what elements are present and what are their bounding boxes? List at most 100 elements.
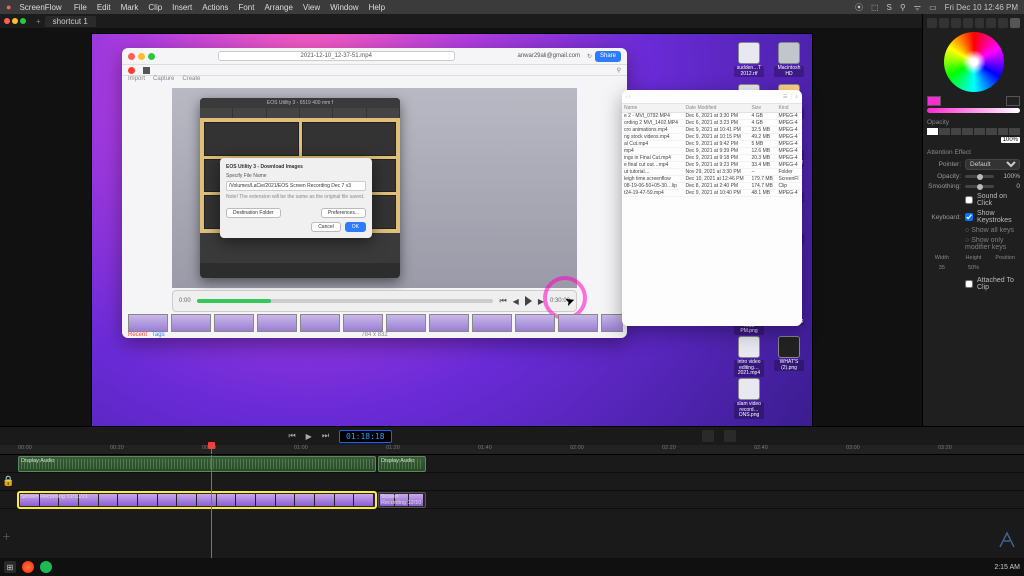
- apple-menu-icon[interactable]: ●: [6, 2, 11, 12]
- timeline-panel: ⏮ ▶ ⏭ 01:18:18 00:0000:2000:4001:0001:20…: [0, 426, 1024, 558]
- skip-back-button[interactable]: ⏮: [288, 431, 295, 441]
- taskbar-clock[interactable]: 2:15 AM: [994, 564, 1020, 571]
- audio-clip[interactable]: Display Audio: [18, 456, 376, 472]
- stop-button[interactable]: [143, 67, 150, 74]
- table-row[interactable]: leigh time.screenflowDec 10, 2021 at 12:…: [622, 176, 802, 183]
- record-button[interactable]: [128, 67, 135, 74]
- dest-folder-button[interactable]: Destination Folder: [226, 208, 281, 218]
- watermark-icon: [996, 529, 1018, 554]
- show-keystrokes-checkbox[interactable]: [965, 213, 973, 221]
- share-button[interactable]: Share: [595, 51, 621, 62]
- account-label[interactable]: anwar29ali@gmail.com: [518, 53, 580, 59]
- attached-to-clip-checkbox[interactable]: [965, 280, 973, 288]
- smoothing-slider[interactable]: [965, 185, 994, 188]
- subtab[interactable]: Import: [128, 76, 145, 82]
- menubar-clock[interactable]: Fri Dec 10 12:46 PM: [945, 3, 1018, 12]
- zoom-icon[interactable]: [148, 53, 155, 60]
- table-row[interactable]: al Cut.mp4Dec 9, 2021 at 9:42 PM5 MBMPEG…: [622, 141, 802, 148]
- color-wheel[interactable]: [944, 32, 1004, 92]
- status-icon[interactable]: ⬚: [871, 3, 879, 12]
- subtab[interactable]: Capture: [153, 76, 174, 82]
- step-back-button[interactable]: ⏮: [499, 296, 506, 306]
- saturation-slider[interactable]: [927, 108, 1020, 113]
- close-icon[interactable]: [128, 53, 135, 60]
- macos-menubar: ● ScreenFlow FileEditMarkClipInsertActio…: [0, 0, 1024, 14]
- table-row[interactable]: ut tutorial…Nov 29, 2021 at 3:30 PM--Fol…: [622, 169, 802, 176]
- table-row[interactable]: cro animations.mp4Dec 9, 2021 at 10:41 P…: [622, 127, 802, 134]
- table-row[interactable]: mp4Dec 9, 2021 at 9:39 PM12.6 MBMPEG-4: [622, 148, 802, 155]
- timecode-start: 0:00: [179, 298, 191, 304]
- download-modal: EOS Utility 3 - Download Images Specify …: [220, 158, 372, 238]
- video-clip[interactable]: Screen Recording 12/10: [378, 492, 426, 508]
- play-pause-button[interactable]: ▶: [306, 432, 312, 441]
- frame-fwd-button[interactable]: ▶: [538, 297, 544, 306]
- status-icon[interactable]: S: [887, 3, 892, 12]
- status-icon[interactable]: ᯤ: [914, 2, 921, 13]
- transport-controls: ⏮ ▶ ⏭ 01:18:18: [0, 427, 1024, 445]
- document-tab[interactable]: shortcut 1: [45, 16, 96, 27]
- status-icon[interactable]: ⦿: [855, 2, 863, 13]
- sync-icon[interactable]: ↻: [587, 53, 592, 60]
- canvas[interactable]: Macintosh HD sudden…T 2012.rtf G-DRIVE U…: [0, 28, 922, 426]
- timeline-zoom-icon[interactable]: [702, 430, 714, 442]
- title-bar-text: 2021-12-10_12-37-51.mp4: [218, 51, 455, 61]
- ruler-mark: 03:20: [938, 445, 952, 451]
- taskbar-app[interactable]: [40, 561, 52, 573]
- table-row[interactable]: t24-19-47-59.mp4Dec 9, 2021 at 10:40 PM4…: [622, 190, 802, 197]
- table-row[interactable]: ording 2 MVI_1402.MP4Dec 6, 2021 at 3:23…: [622, 120, 802, 127]
- timeline-tracks[interactable]: Display Audio Display Audio 🔒 Screen Rec…: [0, 455, 1024, 545]
- inspector-tabs[interactable]: [927, 18, 1020, 28]
- filepath-field[interactable]: /Volumes/LaCie/2021/EOS Screen Recording…: [226, 181, 366, 191]
- ruler-mark: 03:00: [846, 445, 860, 451]
- library-thumbnails[interactable]: [126, 312, 623, 334]
- eos-titlebar: EOS Utility 3 - 6519 400 mm f: [200, 98, 400, 108]
- skip-fwd-button[interactable]: ⏭: [322, 431, 329, 441]
- taskbar-app[interactable]: [22, 561, 34, 573]
- sound-on-click-checkbox[interactable]: [965, 196, 973, 204]
- timecode-display[interactable]: 01:18:18: [339, 430, 392, 443]
- timeline-ruler[interactable]: 00:0000:2000:4001:0001:2001:4002:0002:20…: [0, 445, 1024, 455]
- ruler-mark: 01:20: [386, 445, 400, 451]
- table-row[interactable]: e 2 - MVI_0792.MP4Dec 6, 2021 at 3:30 PM…: [622, 113, 802, 120]
- battery-icon[interactable]: ▭: [929, 3, 937, 12]
- menu-app: ScreenFlow: [19, 3, 61, 12]
- add-track-button[interactable]: ＋: [2, 530, 11, 543]
- player-controls: 0:00 ⏮ ◀ ▶ 0:30:00: [172, 290, 577, 312]
- opacity-slider[interactable]: [965, 175, 994, 178]
- play-button[interactable]: [525, 296, 532, 306]
- ruler-mark: 00:00: [18, 445, 32, 451]
- color-swatch[interactable]: [927, 96, 941, 106]
- table-row[interactable]: e final cut out…mp4Dec 9, 2021 at 9:23 P…: [622, 162, 802, 169]
- status-icon[interactable]: ⚲: [900, 3, 906, 12]
- video-clip-selected[interactable]: Screen Recording 12/10/21: [18, 492, 376, 508]
- subtab[interactable]: Create: [182, 76, 200, 82]
- prefs-button[interactable]: Preferences...: [321, 208, 366, 218]
- audio-clip[interactable]: Display Audio: [378, 456, 426, 472]
- lock-icon[interactable]: 🔒: [2, 476, 14, 487]
- app-menus[interactable]: ScreenFlow FileEditMarkClipInsertActions…: [19, 3, 395, 12]
- table-row[interactable]: 08-19-06-50+05-30…lipDec 8, 2021 at 2:40…: [622, 183, 802, 190]
- seek-slider[interactable]: [197, 299, 494, 303]
- snagit-window[interactable]: 2021-12-10_12-37-51.mp4 anwar29ali@gmail…: [122, 48, 627, 338]
- opacity-presets[interactable]: [927, 128, 1020, 135]
- start-button[interactable]: ⊞: [4, 561, 16, 573]
- snagit-toolbar: ⚲: [122, 64, 627, 76]
- pointer-select[interactable]: Default: [965, 159, 1020, 170]
- ok-button[interactable]: OK: [345, 222, 366, 232]
- cancel-button[interactable]: Cancel: [311, 222, 341, 232]
- menubar-status: ⦿ ⬚ S ⚲ ᯤ ▭ Fri Dec 10 12:46 PM: [855, 2, 1018, 13]
- window-traffic-lights[interactable]: [4, 17, 28, 26]
- playhead-line: [211, 455, 212, 563]
- table-row[interactable]: ings in Final Cut.mp4Dec 9, 2021 at 9:18…: [622, 155, 802, 162]
- table-row[interactable]: ng stock videos.mp4Dec 9, 2021 at 10:15 …: [622, 134, 802, 141]
- windows-taskbar: ⊞ 2:15 AM: [0, 558, 1024, 576]
- frame-back-button[interactable]: ◀: [513, 297, 519, 306]
- inspector-panel: Opacity 100% Attention Effect Pointer:De…: [922, 14, 1024, 426]
- timeline-opts-icon[interactable]: [724, 430, 736, 442]
- search-icon[interactable]: ⚲: [617, 67, 621, 74]
- document-tabstrip: + shortcut 1 70% ⤢: [0, 14, 1024, 28]
- preview-stage: EOS Utility 3 - 6519 400 mm f EOS Utilit…: [172, 88, 577, 288]
- minimize-icon[interactable]: [138, 53, 145, 60]
- finder-window[interactable]: ‹ › ☰ ⋮ ⌕ NameDate ModifiedSizeKind e 2 …: [622, 90, 802, 326]
- recorded-desktop: Macintosh HD sudden…T 2012.rtf G-DRIVE U…: [92, 34, 812, 426]
